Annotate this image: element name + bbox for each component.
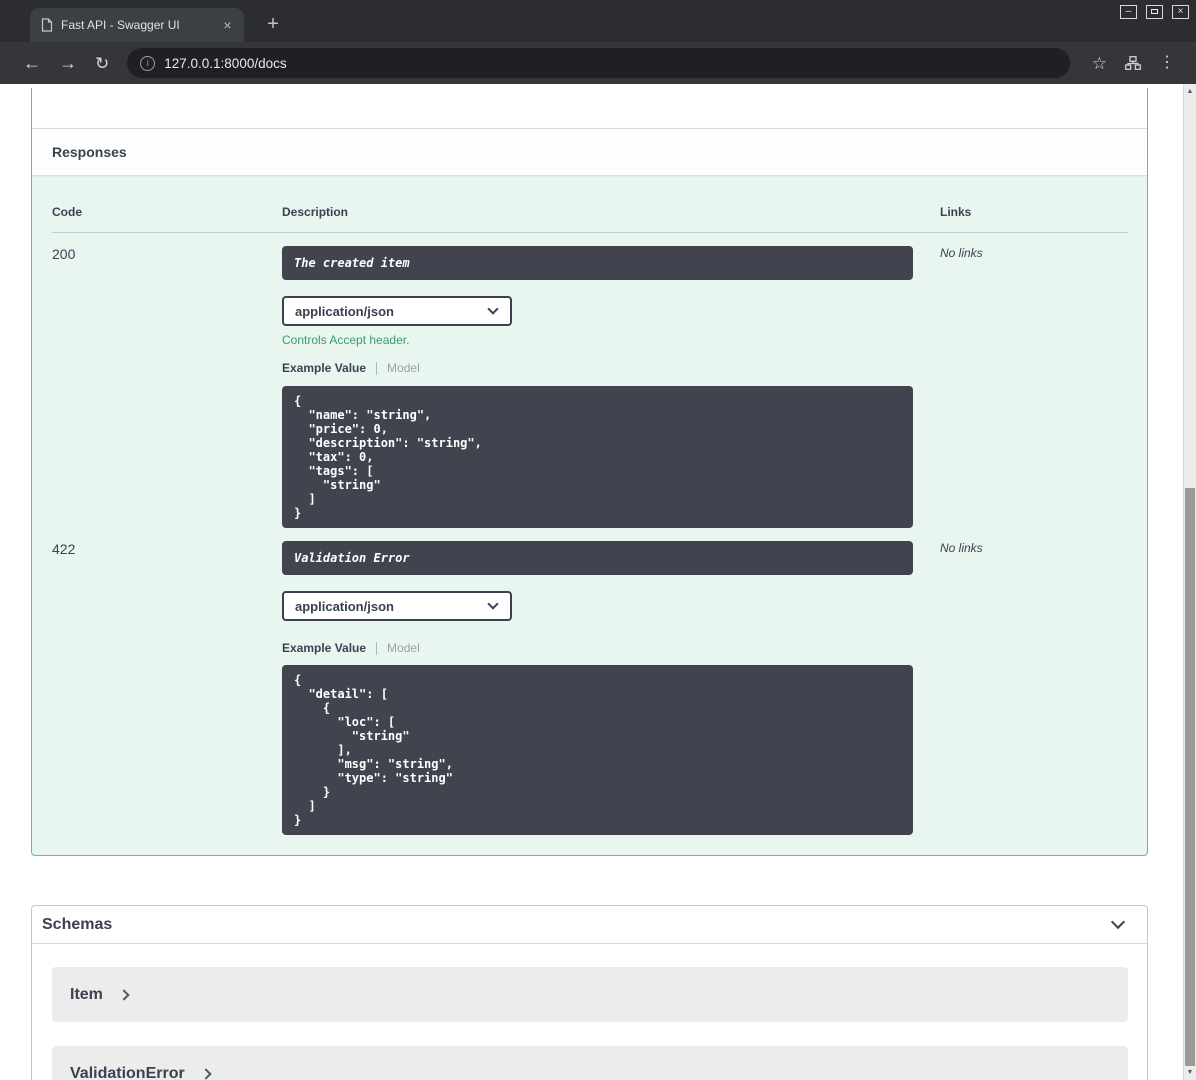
responses-table: Code Description Links 200 The created i… <box>32 175 1147 855</box>
tab-model[interactable]: Model <box>387 361 420 375</box>
chevron-down-icon <box>487 303 499 315</box>
sitemap-icon[interactable] <box>1125 56 1141 70</box>
tab-divider <box>376 641 378 655</box>
responses-table-header: Code Description Links <box>52 175 1128 233</box>
schemas-title: Schemas <box>42 915 113 933</box>
swagger-content: Responses Code Description Links 200 The… <box>0 84 1183 1080</box>
url-bar[interactable]: i 127.0.0.1:8000/docs <box>127 48 1070 78</box>
scrollbar-thumb[interactable] <box>1185 488 1195 1066</box>
model-name: Item <box>70 985 103 1003</box>
reload-icon[interactable]: ↻ <box>95 55 109 72</box>
tab-close-icon[interactable]: × <box>219 17 236 34</box>
opblock-responses: Responses Code Description Links 200 The… <box>31 88 1148 856</box>
chevron-right-icon <box>200 1067 212 1080</box>
response-row-200: 200 The created item application/json Co… <box>52 233 1128 528</box>
tab-example-value[interactable]: Example Value <box>282 641 366 655</box>
new-tab-button[interactable]: + <box>261 13 285 37</box>
media-type-value: application/json <box>295 303 394 319</box>
responses-title: Responses <box>52 144 127 160</box>
example-json-200: { "name": "string", "price": 0, "descrip… <box>282 386 913 528</box>
response-description-cell: Validation Error application/json Exampl… <box>282 541 940 835</box>
maximize-button[interactable] <box>1146 5 1163 19</box>
schemas-body: Item ValidationError <box>32 944 1147 1080</box>
window-controls: – × <box>1120 5 1189 19</box>
navbar: ← → ↻ i 127.0.0.1:8000/docs ☆ ⋮ <box>0 42 1196 84</box>
minimize-button[interactable]: – <box>1120 5 1137 19</box>
url-text[interactable]: 127.0.0.1:8000/docs <box>164 56 286 71</box>
response-links: No links <box>940 246 983 260</box>
accept-header-note: Controls Accept header. <box>282 333 410 347</box>
maximize-icon <box>1151 9 1158 14</box>
response-description: The created item <box>282 246 913 280</box>
bookmark-star-icon[interactable]: ☆ <box>1092 55 1107 72</box>
menu-icon[interactable]: ⋮ <box>1159 55 1175 71</box>
browser-tab[interactable]: Fast API - Swagger UI × <box>30 8 244 42</box>
media-type-select[interactable]: application/json <box>282 591 512 621</box>
tab-model[interactable]: Model <box>387 641 420 655</box>
col-header-description: Description <box>282 205 349 219</box>
page-favicon-icon <box>41 18 53 32</box>
response-links: No links <box>940 541 983 555</box>
model-validationerror[interactable]: ValidationError <box>52 1046 1128 1080</box>
response-description-cell: The created item application/json Contro… <box>282 246 940 528</box>
col-header-code: Code <box>52 205 82 219</box>
scroll-up-icon[interactable]: ▲ <box>1184 85 1196 99</box>
opblock-previous-section <box>32 88 1147 128</box>
site-info-icon[interactable]: i <box>140 55 156 71</box>
response-description: Validation Error <box>282 541 913 575</box>
media-type-value: application/json <box>295 598 394 614</box>
media-type-select[interactable]: application/json <box>282 296 512 326</box>
response-code: 422 <box>52 541 76 557</box>
model-name: ValidationError <box>70 1064 185 1080</box>
example-model-tabs: Example Value Model <box>282 641 940 655</box>
back-icon[interactable]: ← <box>23 54 41 72</box>
browser-window: Fast API - Swagger UI × + – × ← → ↻ i 12… <box>0 0 1196 1080</box>
close-button[interactable]: × <box>1172 5 1189 19</box>
schemas-header[interactable]: Schemas <box>32 906 1147 944</box>
forward-icon[interactable]: → <box>59 54 77 72</box>
example-model-tabs: Example Value Model <box>282 361 940 375</box>
page-content: Responses Code Description Links 200 The… <box>0 84 1196 1080</box>
tab-example-value[interactable]: Example Value <box>282 361 366 375</box>
tab-title: Fast API - Swagger UI <box>61 18 180 32</box>
col-header-links: Links <box>940 205 972 219</box>
model-item[interactable]: Item <box>52 967 1128 1022</box>
response-row-422: 422 Validation Error application/json Ex… <box>52 528 1128 835</box>
responses-header: Responses <box>32 128 1147 175</box>
chevron-right-icon <box>118 988 130 1001</box>
schemas-section: Schemas Item ValidationError <box>31 905 1148 1080</box>
example-json-422: { "detail": [ { "loc": [ "string" ], "ms… <box>282 665 913 835</box>
tab-divider <box>376 361 378 375</box>
scrollbar[interactable]: ▲ ▼ <box>1183 84 1196 1080</box>
chevron-down-icon[interactable] <box>1110 914 1126 930</box>
chevron-down-icon <box>487 598 499 610</box>
response-code: 200 <box>52 246 76 262</box>
scroll-down-icon[interactable]: ▼ <box>1184 1066 1196 1080</box>
titlebar: Fast API - Swagger UI × + – × <box>0 0 1196 42</box>
